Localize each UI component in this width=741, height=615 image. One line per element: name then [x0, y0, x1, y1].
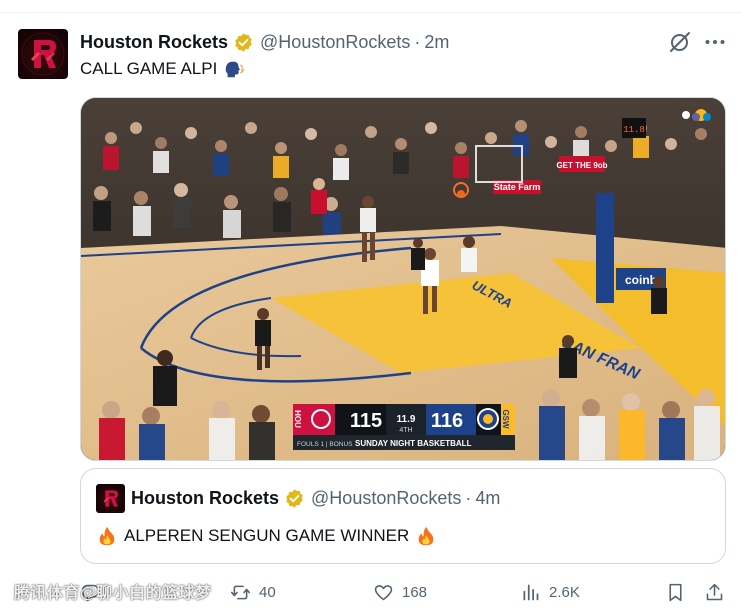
quoted-author-name: Houston Rockets [131, 487, 280, 508]
bookmark-icon [669, 583, 682, 601]
game-period: 4TH [399, 427, 412, 434]
share-button[interactable] [704, 578, 725, 606]
quoted-author-avatar [96, 484, 125, 513]
author-avatar[interactable] [18, 29, 68, 79]
tweet-video[interactable]: State Farm GET THE 9ob coinb 11.8 SAN FR… [80, 97, 726, 461]
quoted-author-handle: @HoustonRockets [311, 487, 462, 508]
like-count: 168 [402, 583, 428, 601]
separator-dot: · [465, 487, 472, 508]
bookmark-button[interactable] [665, 578, 686, 606]
away-team-abbr: GSW [501, 409, 510, 429]
basketball-game-frame: State Farm GET THE 9ob coinb 11.8 SAN FR… [81, 98, 725, 460]
tweet-header: Houston Rockets @HoustonRockets · 2m [80, 31, 449, 53]
speaking-head-emoji-icon [226, 61, 245, 78]
author-name[interactable]: Houston Rockets [80, 32, 228, 53]
ad-get-the: GET THE 9ob [556, 161, 607, 170]
scorebug: HOU 115 11.9 4TH 116 GSW FOULS 1 | BONUS… [293, 404, 515, 450]
grok-icon[interactable] [668, 30, 692, 54]
author-handle[interactable]: @HoustonRockets [260, 32, 410, 53]
home-score: 115 [350, 410, 382, 432]
quoted-tweet[interactable]: Houston Rockets @HoustonRockets · 4m ALP… [80, 468, 726, 564]
watermark-overlay: 腾讯体育@聊小白的篮球梦 [14, 585, 212, 602]
tweet-time[interactable]: 2m [424, 32, 449, 53]
share-icon [706, 583, 723, 600]
broadcast-name: SUNDAY NIGHT BASKETBALL [355, 439, 472, 448]
rockets-logo-icon [103, 490, 119, 507]
repost-button[interactable]: 40 [230, 578, 276, 606]
views-count: 2.6K [549, 583, 580, 601]
quoted-tweet-header: Houston Rockets @HoustonRockets · 4m [131, 487, 500, 509]
shot-clock-display: 11.8 [623, 125, 645, 135]
away-score: 116 [431, 410, 463, 432]
rockets-logo-icon [21, 32, 65, 76]
verified-badge-icon [235, 32, 252, 52]
heart-icon [374, 584, 393, 600]
fouls-text: FOULS 1 | BONUS [297, 441, 353, 448]
views-button[interactable]: 2.6K [520, 578, 580, 606]
verified-badge-icon [286, 488, 303, 508]
quoted-tweet-text: ALPEREN SENGUN GAME WINNER [96, 525, 437, 547]
analytics-icon [523, 584, 539, 600]
ad-statefarm: State Farm [494, 182, 541, 192]
repost-count: 40 [259, 583, 276, 601]
like-button[interactable]: 168 [373, 578, 427, 606]
repost-icon [230, 585, 251, 599]
tweet-text: CALL GAME ALPI [80, 58, 245, 80]
quoted-tweet-time: 4m [475, 487, 501, 508]
more-options-icon[interactable] [704, 33, 726, 51]
top-divider [0, 12, 741, 13]
game-clock: 11.9 [397, 414, 416, 425]
quoted-tweet-text-content: ALPEREN SENGUN GAME WINNER [124, 526, 410, 545]
fire-emoji-icon [418, 526, 434, 546]
fire-emoji-icon [99, 526, 115, 546]
separator-dot: · [414, 31, 421, 52]
ad-coinbase: coinb [625, 273, 657, 287]
home-team-abbr: HOU [293, 410, 302, 428]
tweet-text-content: CALL GAME ALPI [80, 59, 218, 78]
